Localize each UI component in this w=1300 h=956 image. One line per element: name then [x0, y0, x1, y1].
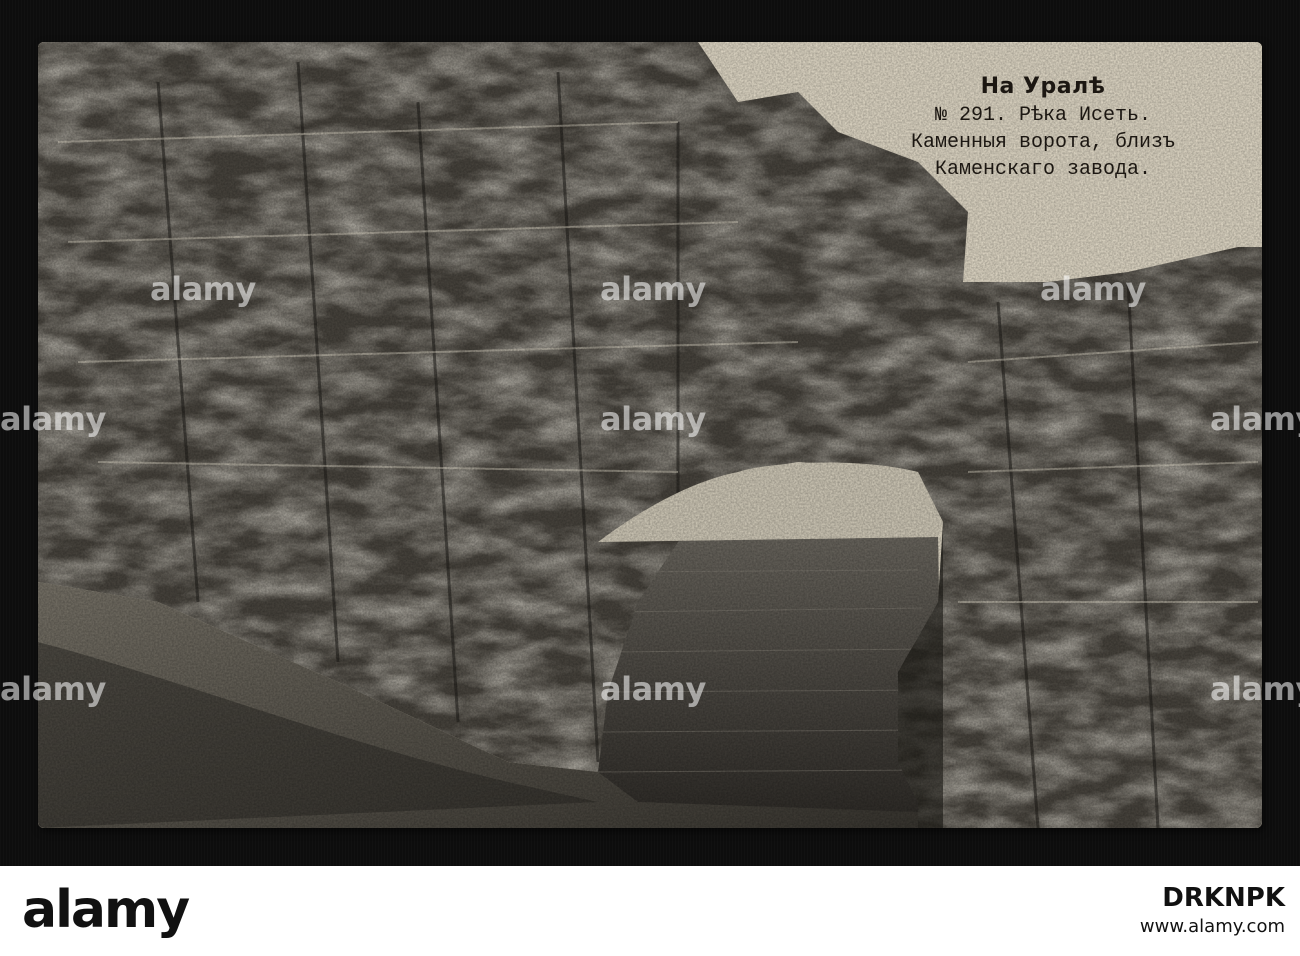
watermark: alamy: [0, 670, 106, 708]
watermark: alamy: [600, 270, 706, 308]
watermark: alamy: [1210, 670, 1300, 708]
alamy-logo: alamy: [22, 880, 190, 940]
caption-line-3: Каменскаго завода.: [934, 158, 1152, 181]
stock-footer: alamy DRKNPK www.alamy.com: [0, 866, 1300, 956]
caption-title: На Уралѣ: [980, 74, 1106, 99]
site-url: www.alamy.com: [1139, 916, 1285, 937]
postcard-caption: На Уралѣ № 291. Рѣка Исеть. Каменныя вор…: [868, 72, 1218, 183]
watermark: alamy: [0, 400, 106, 438]
image-id: DRKNPK: [1162, 883, 1285, 913]
watermark: alamy: [1040, 270, 1146, 308]
caption-line-2: Каменныя ворота, близъ: [910, 131, 1176, 154]
watermark: alamy: [1210, 400, 1300, 438]
watermark: alamy: [150, 270, 256, 308]
watermark: alamy: [600, 670, 706, 708]
watermark: alamy: [600, 400, 706, 438]
caption-line-1: № 291. Рѣка Исеть.: [934, 104, 1152, 127]
